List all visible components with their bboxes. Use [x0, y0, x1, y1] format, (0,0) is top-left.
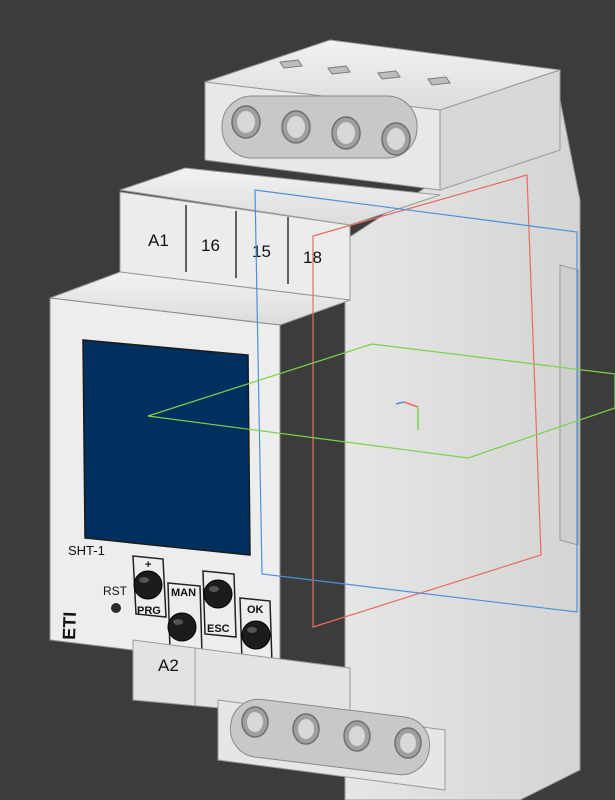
ok-button[interactable] — [241, 620, 271, 650]
terminal-label-a2: A2 — [158, 656, 179, 675]
ok-label: OK — [247, 604, 264, 616]
terminal-label-15: 15 — [252, 242, 271, 261]
rst-button[interactable] — [111, 603, 121, 613]
man-button-highlight — [173, 619, 183, 625]
prg-label: PRG — [137, 605, 161, 617]
rst-label: RST — [103, 584, 128, 598]
esc-button-highlight — [209, 586, 219, 592]
3d-viewport[interactable]: A1 16 15 18 SHT-1 ETI RST + PRG MAN - ES… — [0, 0, 615, 800]
lcd-display — [82, 339, 251, 556]
prg-button[interactable] — [133, 570, 163, 600]
terminal-label-16: 16 — [201, 236, 220, 255]
esc-button[interactable] — [203, 579, 233, 609]
din-rail-clip — [559, 264, 579, 546]
terminal-label-a1: A1 — [148, 231, 169, 250]
esc-label: ESC — [207, 623, 230, 635]
brand-label: ETI — [59, 611, 80, 640]
man-button[interactable] — [167, 612, 197, 642]
prg-button-highlight — [139, 577, 149, 583]
top-terminal-holes — [221, 95, 418, 159]
man-label: MAN — [171, 587, 196, 599]
model-render: A1 16 15 18 SHT-1 ETI RST + PRG MAN - ES… — [49, 39, 615, 800]
ok-button-highlight — [247, 627, 257, 633]
model-label: SHT-1 — [68, 543, 105, 558]
plus-label: + — [145, 559, 151, 571]
